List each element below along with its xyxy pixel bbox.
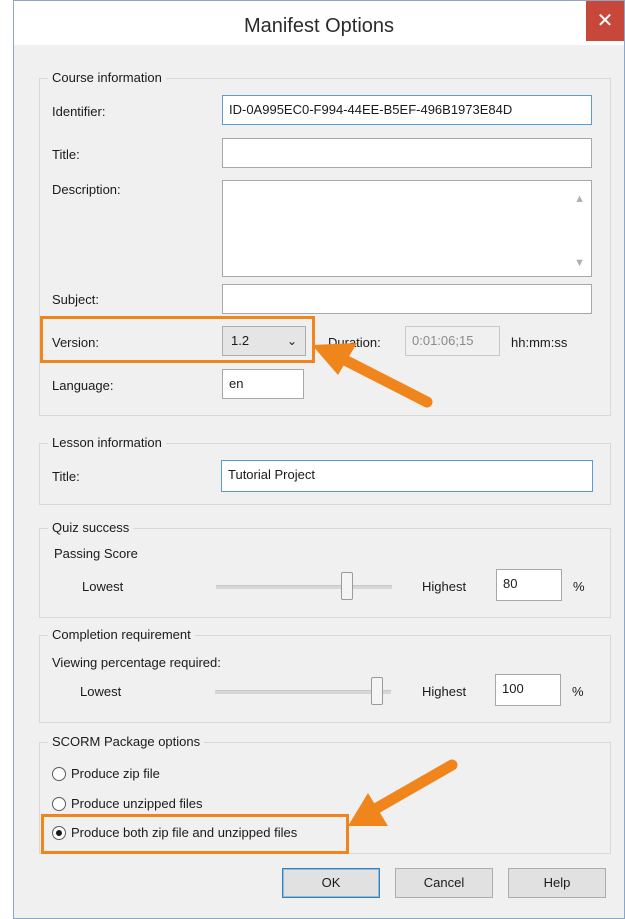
language-label: Language: [52, 378, 114, 393]
title-bar: Manifest Options ✕ [14, 1, 624, 45]
completion-requirement-group: Completion requirement Viewing percentag… [39, 627, 611, 723]
slider-thumb[interactable] [341, 572, 353, 600]
quiz-success-group: Quiz success Passing Score Lowest Highes… [39, 520, 611, 618]
viewing-percentage-label: Viewing percentage required: [52, 655, 221, 670]
scorm-option-highlight-box [41, 814, 349, 854]
description-label: Description: [52, 182, 121, 197]
completion-highest-label: Highest [422, 684, 467, 699]
radio-button[interactable] [52, 797, 66, 811]
lesson-information-group: Lesson information Title: Tutorial Proje… [39, 435, 611, 505]
version-highlight-box [40, 316, 315, 363]
course-information-legend: Course information [48, 70, 166, 85]
subject-label: Subject: [52, 292, 99, 307]
quiz-percent-label: % [573, 579, 585, 594]
quiz-success-legend: Quiz success [48, 520, 134, 535]
course-information-group: Course information Identifier: ID-0A995E… [39, 70, 611, 416]
passing-score-slider[interactable] [216, 571, 392, 601]
lesson-information-legend: Lesson information [48, 435, 166, 450]
viewing-percentage-field[interactable]: 100 [495, 674, 561, 706]
scroll-up-icon[interactable]: ▲ [574, 185, 585, 213]
identifier-label: Identifier: [52, 104, 106, 119]
lesson-title-field[interactable]: Tutorial Project [221, 460, 593, 492]
scroll-down-icon[interactable]: ▼ [574, 249, 585, 276]
ok-button[interactable]: OK [282, 868, 380, 898]
subject-field[interactable] [222, 284, 592, 314]
duration-unit: hh:mm:ss [511, 335, 568, 350]
slider-thumb[interactable] [371, 677, 383, 705]
lesson-title-label: Title: [52, 469, 80, 484]
identifier-field[interactable]: ID-0A995EC0-F994-44EE-B5EF-496B1973E84D [222, 95, 592, 125]
completion-lowest-label: Lowest [80, 684, 122, 699]
scorm-package-options-legend: SCORM Package options [48, 734, 205, 749]
radio-button[interactable] [52, 767, 66, 781]
slider-track [216, 585, 392, 589]
passing-score-label: Passing Score [54, 546, 138, 561]
passing-score-field[interactable]: 80 [496, 569, 562, 601]
quiz-lowest-label: Lowest [82, 579, 124, 594]
title-label: Title: [52, 147, 80, 162]
course-title-field[interactable] [222, 138, 592, 168]
language-field[interactable]: en [222, 369, 304, 399]
manifest-options-dialog: Manifest Options ✕ Course information Id… [13, 0, 625, 919]
completion-percent-label: % [572, 684, 584, 699]
quiz-highest-label: Highest [422, 579, 467, 594]
dialog-title: Manifest Options [243, 15, 395, 37]
close-icon: ✕ [596, 10, 614, 32]
slider-track [215, 690, 391, 694]
cancel-button[interactable]: Cancel [395, 868, 493, 898]
help-button[interactable]: Help [508, 868, 606, 898]
duration-label: Duration: [328, 335, 381, 350]
completion-requirement-legend: Completion requirement [48, 627, 195, 642]
radio-label: Produce zip file [71, 766, 160, 781]
duration-field: 0:01:06;15 [405, 326, 500, 356]
viewing-percentage-slider[interactable] [215, 676, 391, 706]
description-textarea[interactable]: ▲ ▼ [222, 180, 592, 277]
close-button[interactable]: ✕ [586, 1, 624, 41]
radio-label: Produce unzipped files [71, 796, 203, 811]
